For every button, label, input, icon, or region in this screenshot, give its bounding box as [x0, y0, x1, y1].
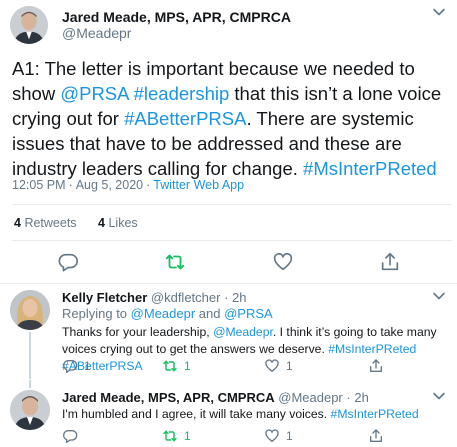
retweet-icon: [162, 358, 178, 374]
divider: [12, 204, 452, 205]
tweet-date[interactable]: Aug 5, 2020: [76, 178, 143, 192]
author-handle[interactable]: @Meadepr: [278, 390, 343, 405]
reply-text-part: I'm humbled and I agree, it will take ma…: [62, 407, 331, 421]
reply-count: 1: [84, 359, 91, 373]
avatar-photo: [10, 290, 50, 330]
avatar[interactable]: [10, 6, 48, 44]
meta-separator: ·: [68, 178, 73, 192]
retweet-count: 1: [184, 429, 191, 443]
meta-separator: ·: [224, 290, 229, 305]
retweet-action[interactable]: 1: [162, 358, 191, 374]
reply-age[interactable]: 2h: [232, 290, 246, 305]
chevron-down-icon[interactable]: [432, 290, 446, 302]
hashtag-link[interactable]: #MsInterPReted: [303, 158, 437, 179]
retweet-icon: [162, 428, 178, 444]
like-icon[interactable]: [272, 251, 294, 273]
likes-stat[interactable]: 4 Likes: [98, 216, 138, 230]
author-name[interactable]: Jared Meade, MPS, APR, CMPRCA: [62, 390, 275, 405]
likes-count: 4: [98, 216, 105, 230]
avatar-photo: [10, 390, 50, 430]
reply-age[interactable]: 2h: [354, 390, 368, 405]
mention-link[interactable]: @PRSA: [60, 83, 128, 104]
mention-link[interactable]: @PRSA: [224, 306, 273, 321]
thread-line: [29, 332, 31, 379]
retweet-action[interactable]: 1: [162, 428, 191, 444]
like-icon: [264, 358, 280, 374]
author-handle[interactable]: @kdfletcher: [151, 290, 221, 305]
share-icon: [368, 428, 384, 444]
reply-icon[interactable]: [57, 251, 79, 273]
retweet-icon[interactable]: [164, 251, 186, 273]
reply-text-part: Thanks for your leadership,: [62, 325, 214, 339]
share-icon[interactable]: [379, 251, 401, 273]
reply-text: I'm humbled and I agree, it will take ma…: [62, 406, 452, 423]
like-count: 1: [286, 429, 293, 443]
reply-tweet[interactable]: Jared Meade, MPS, APR, CMPRCA @Meadepr ·…: [0, 380, 457, 447]
tweet-meta: 12:05 PM · Aug 5, 2020 · Twitter Web App: [12, 178, 244, 192]
mention-link[interactable]: @Meadepr: [213, 325, 273, 339]
like-action[interactable]: 1: [264, 358, 293, 374]
divider: [12, 240, 452, 241]
reply-text: Thanks for your leadership, @Meadepr. I …: [62, 324, 452, 375]
chevron-down-icon[interactable]: [432, 390, 446, 402]
retweets-label: Retweets: [24, 216, 77, 230]
meta-separator: ·: [346, 390, 351, 405]
avatar[interactable]: [10, 390, 50, 430]
tweet-source[interactable]: Twitter Web App: [153, 178, 244, 192]
reply-icon: [62, 358, 78, 374]
hashtag-link[interactable]: #ABetterPRSA: [124, 108, 246, 129]
hashtag-link[interactable]: #leadership: [134, 83, 230, 104]
tweet-time[interactable]: 12:05 PM: [12, 178, 66, 192]
meta-separator: ·: [146, 178, 151, 192]
like-action[interactable]: 1: [264, 428, 293, 444]
avatar-photo: [10, 6, 48, 44]
main-tweet: Jared Meade, MPS, APR, CMPRCA @Meadepr A…: [0, 0, 457, 283]
thread-line: [29, 380, 31, 388]
reply-action[interactable]: [62, 428, 84, 444]
chevron-down-icon[interactable]: [432, 6, 446, 18]
reply-header: Kelly Fletcher @kdfletcher · 2h: [62, 290, 247, 305]
replying-to: Replying to @Meadepr and @PRSA: [62, 306, 273, 321]
reply-tweet[interactable]: Kelly Fletcher @kdfletcher · 2h Replying…: [0, 284, 457, 379]
author-name[interactable]: Kelly Fletcher: [62, 290, 147, 305]
like-icon: [264, 428, 280, 444]
mention-link[interactable]: @Meadepr: [131, 306, 196, 321]
tweet-stats: 4 Retweets 4 Likes: [14, 216, 156, 230]
reply-action[interactable]: 1: [62, 358, 91, 374]
share-action[interactable]: [368, 428, 390, 444]
author-handle[interactable]: @Meadepr: [62, 25, 131, 41]
reply-icon: [62, 428, 78, 444]
retweet-count: 1: [184, 359, 191, 373]
like-count: 1: [286, 359, 293, 373]
replying-to-and: and: [195, 306, 225, 321]
retweets-count: 4: [14, 216, 21, 230]
share-icon: [368, 358, 384, 374]
author-name[interactable]: Jared Meade, MPS, APR, CMPRCA: [62, 9, 291, 25]
tweet-text: A1: The letter is important because we n…: [12, 56, 452, 181]
hashtag-link[interactable]: #MsInterPReted: [328, 342, 416, 356]
replying-to-label: Replying to: [62, 306, 131, 321]
hashtag-link[interactable]: #MsInterPReted: [331, 407, 419, 421]
avatar[interactable]: [10, 290, 50, 330]
share-action[interactable]: [368, 358, 390, 374]
reply-header: Jared Meade, MPS, APR, CMPRCA @Meadepr ·…: [62, 390, 369, 405]
likes-label: Likes: [108, 216, 138, 230]
retweets-stat[interactable]: 4 Retweets: [14, 216, 77, 230]
